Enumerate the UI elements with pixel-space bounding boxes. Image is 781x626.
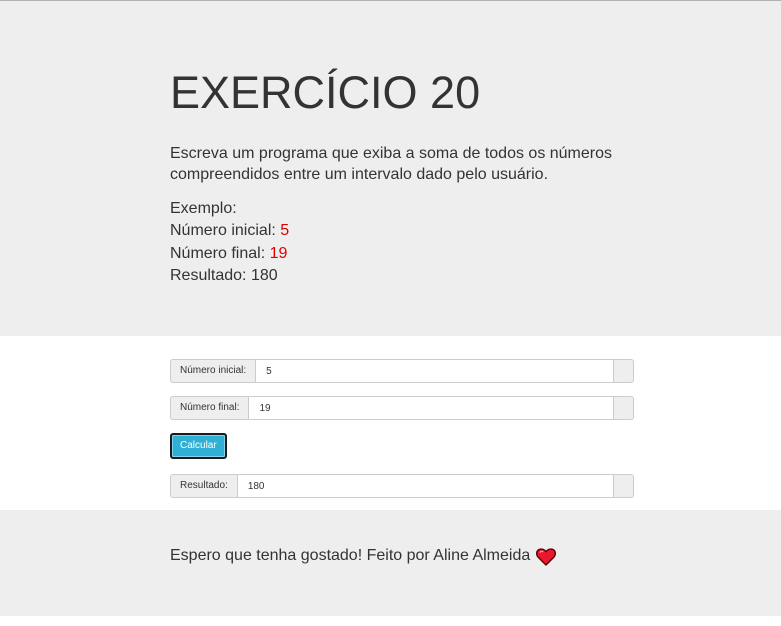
page-title: EXERCÍCIO 20 xyxy=(170,67,481,118)
exercise-description: Escreva um programa que exiba a soma de … xyxy=(170,145,613,183)
result-end-addon xyxy=(614,474,634,498)
heart-icon xyxy=(536,548,557,571)
example-result-label: Resultado: xyxy=(170,266,251,284)
footer: Espero que tenha gostado! Feito por Alin… xyxy=(0,510,781,616)
example-start-value: 5 xyxy=(280,222,290,240)
example-label: Exemplo: xyxy=(170,200,237,217)
start-number-input[interactable] xyxy=(256,359,614,383)
end-number-end-addon xyxy=(614,396,634,420)
start-number-group: Número inicial: xyxy=(170,359,634,383)
end-number-input[interactable] xyxy=(249,396,614,420)
end-number-label: Número final: xyxy=(170,396,250,420)
start-number-label: Número inicial: xyxy=(170,359,257,383)
footer-text: Espero que tenha gostado! Feito por Alin… xyxy=(170,547,531,564)
example-block: Exemplo: Número inicial: 5 Número final:… xyxy=(170,198,781,287)
result-output[interactable] xyxy=(237,474,614,498)
example-end-line: Número final: 19 xyxy=(170,243,781,265)
example-result-line: Resultado: 180 xyxy=(170,265,781,287)
example-end-value: 19 xyxy=(269,244,288,262)
result-group: Resultado: xyxy=(170,474,634,498)
start-number-end-addon xyxy=(614,359,634,383)
example-start-line: Número inicial: 5 xyxy=(170,220,781,242)
example-end-label: Número final: xyxy=(170,244,270,262)
result-label: Resultado: xyxy=(170,474,238,498)
end-number-group: Número final: xyxy=(170,396,634,420)
example-start-label: Número inicial: xyxy=(170,222,281,240)
exercise-header: EXERCÍCIO 20 Escreva um programa que exi… xyxy=(0,1,781,336)
calculate-button[interactable]: Calcular xyxy=(170,433,227,459)
example-result-value: 180 xyxy=(250,266,278,284)
calculator-form: Número inicial: Número final: Calcular R… xyxy=(0,336,781,510)
